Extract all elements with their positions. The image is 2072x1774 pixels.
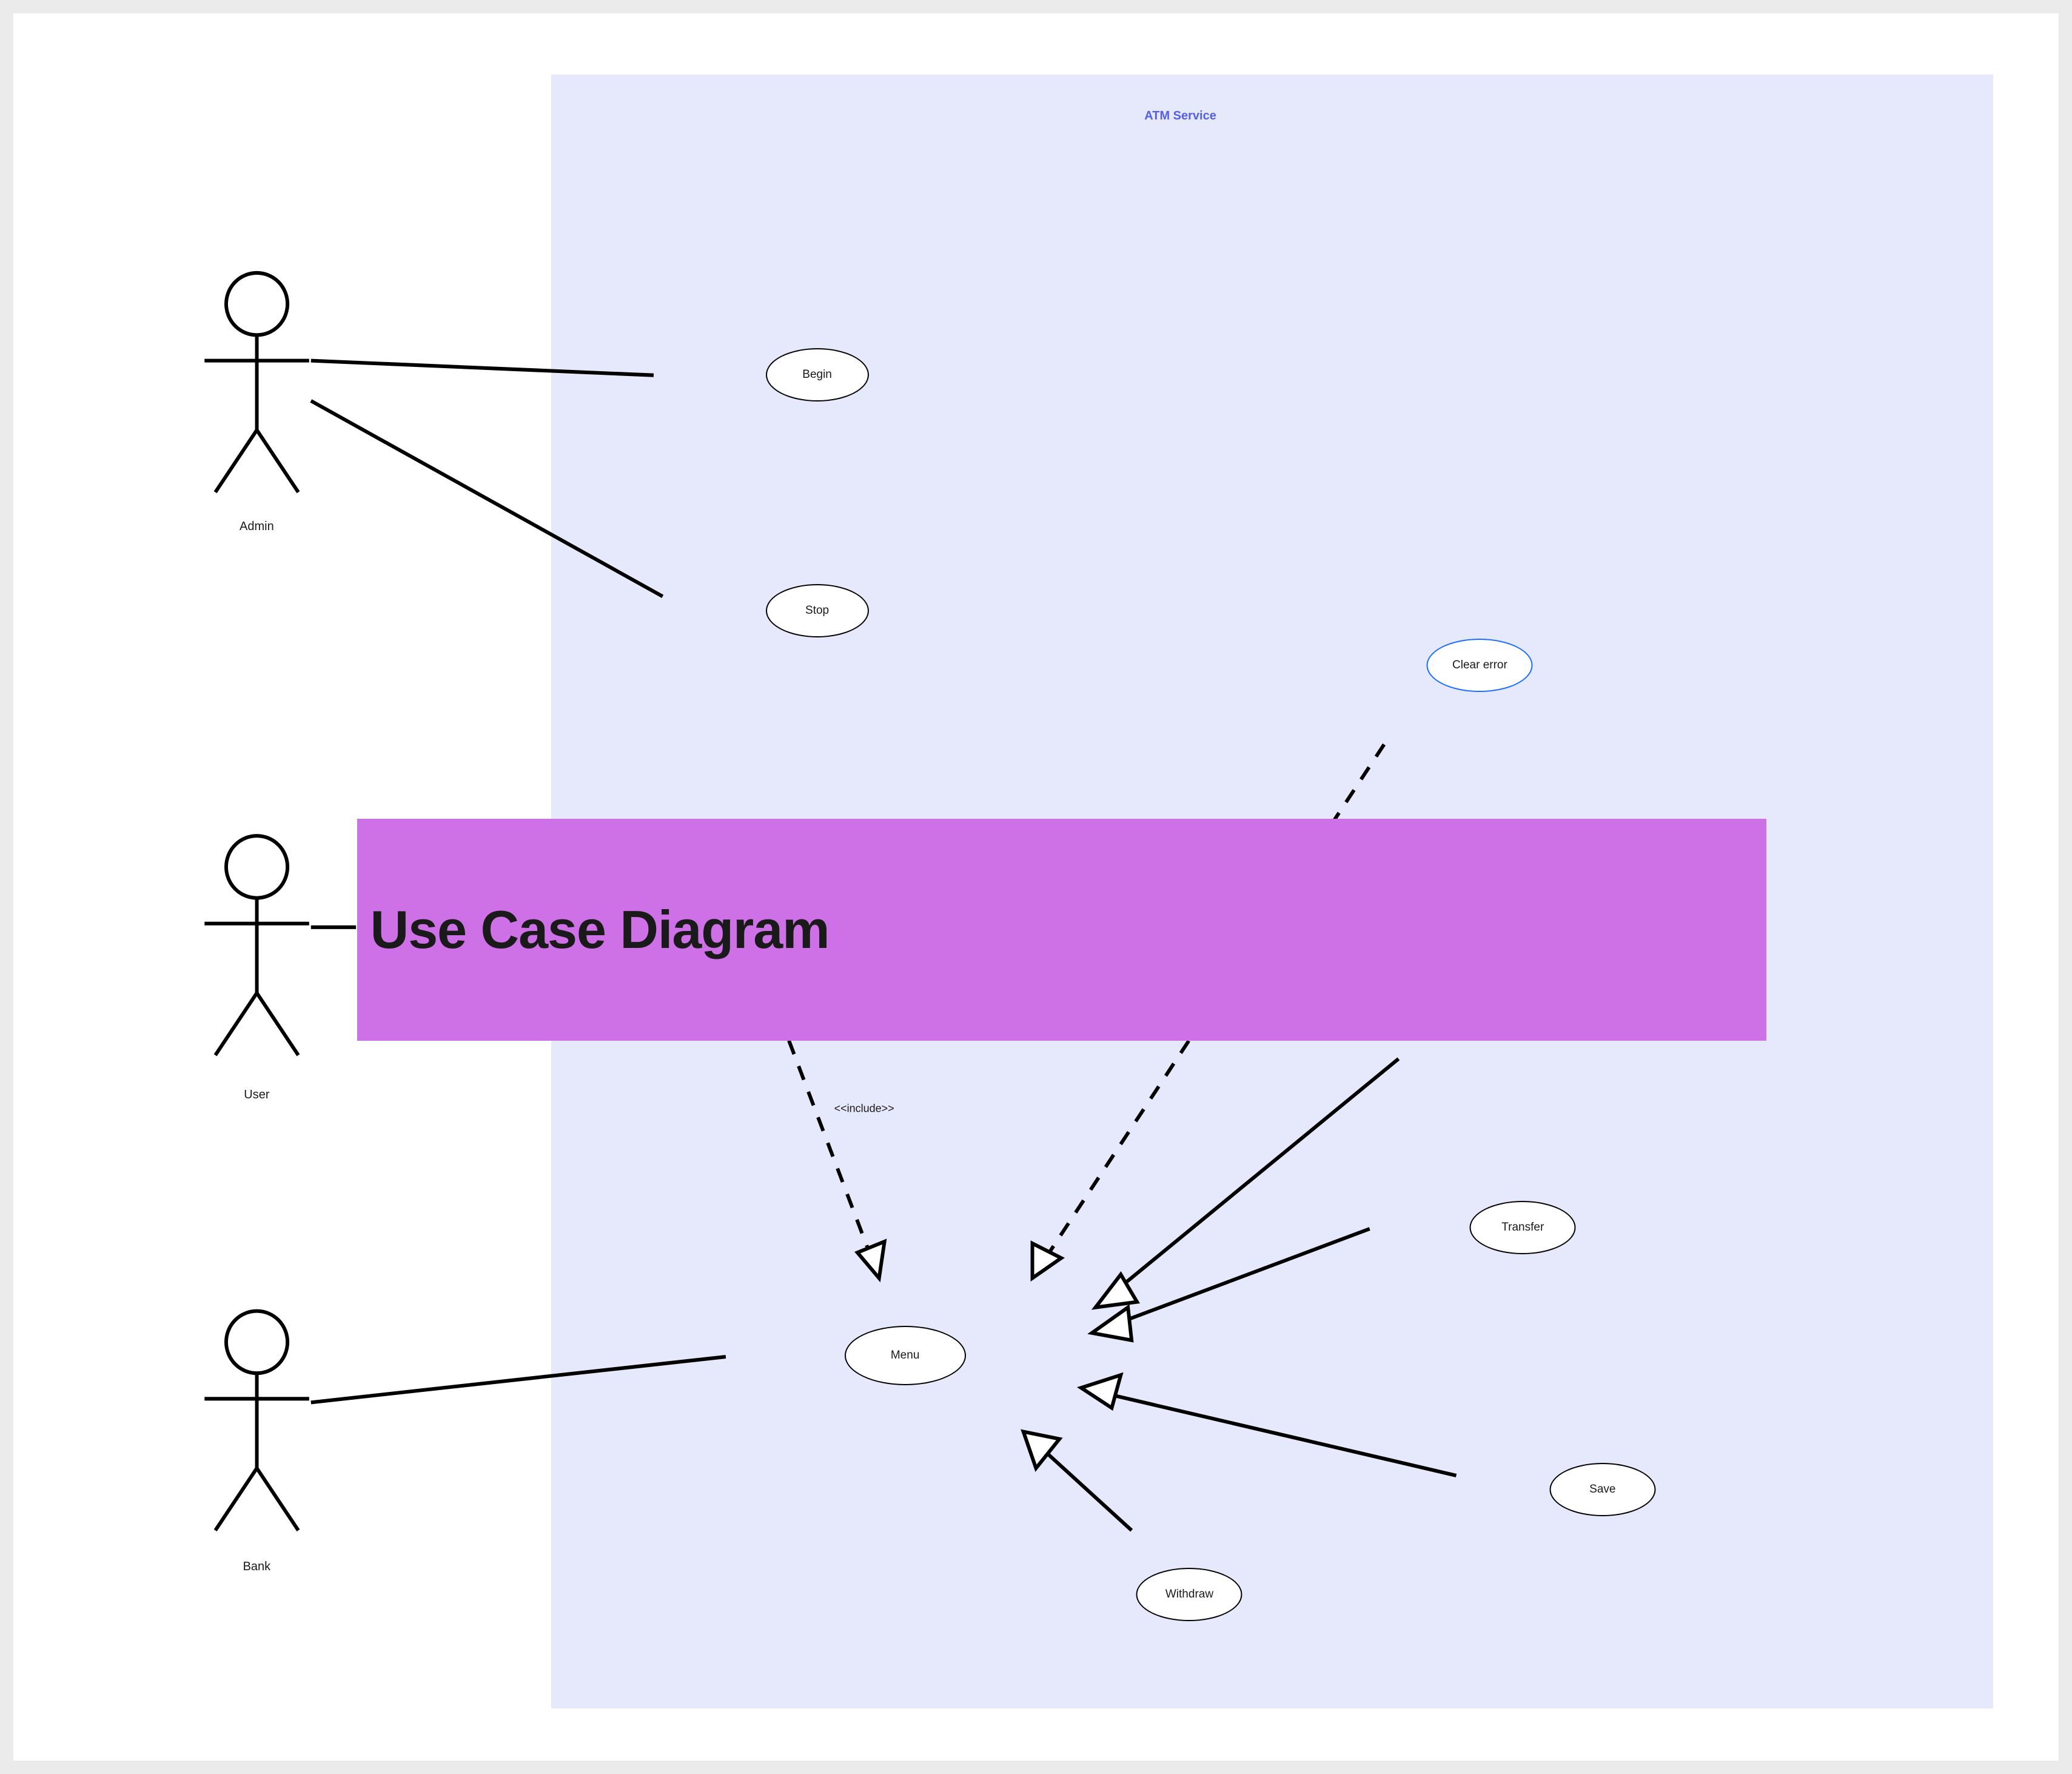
actor-user-figure xyxy=(204,836,309,1055)
system-boundary-title: ATM Service xyxy=(1144,109,1216,123)
usecase-stop[interactable]: Stop xyxy=(766,584,869,637)
actor-bank-label: Bank xyxy=(243,1560,271,1574)
usecase-withdraw[interactable]: Withdraw xyxy=(1136,1568,1242,1621)
usecase-menu[interactable]: Menu xyxy=(845,1326,966,1385)
actor-user-label: User xyxy=(244,1088,269,1102)
title-banner: Use Case Diagram xyxy=(357,819,1766,1041)
actor-admin-label: Admin xyxy=(240,520,274,534)
usecase-begin[interactable]: Begin xyxy=(766,348,869,402)
include-label: <<include>> xyxy=(834,1103,894,1115)
page-background: ATM Service xyxy=(0,0,2072,1774)
usecase-save[interactable]: Save xyxy=(1549,1463,1655,1516)
usecase-clear-error[interactable]: Clear error xyxy=(1427,639,1533,692)
diagram-card: ATM Service xyxy=(13,13,2059,1761)
actor-bank-figure xyxy=(204,1311,309,1531)
usecase-transfer[interactable]: Transfer xyxy=(1470,1201,1576,1254)
title-banner-text: Use Case Diagram xyxy=(370,899,830,961)
actor-admin-figure xyxy=(204,273,309,492)
